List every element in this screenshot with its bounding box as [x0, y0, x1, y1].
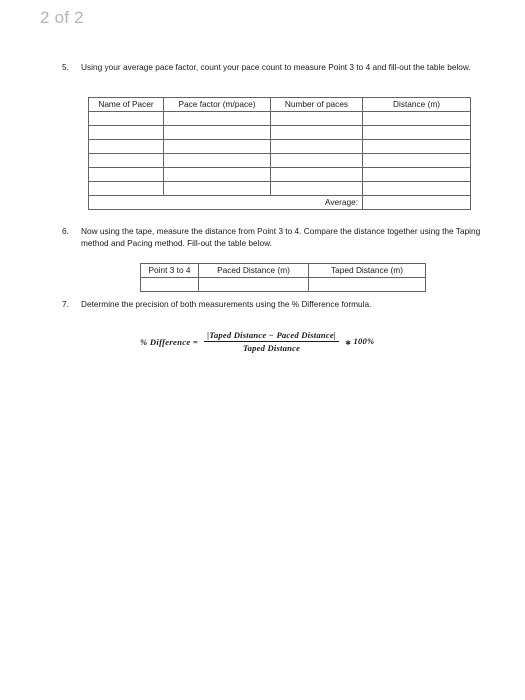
list-item-6-marker: 6.: [62, 226, 69, 236]
list-item-6: 6. Now using the tape, measure the dista…: [62, 226, 490, 249]
compare-table: Point 3 to 4 Paced Distance (m) Taped Di…: [140, 263, 426, 292]
cell-number-of-paces[interactable]: [270, 111, 363, 126]
list-item-7-marker: 7.: [62, 299, 69, 309]
column-header-distance: Distance (m): [362, 97, 471, 112]
cell-name-of-pacer[interactable]: [88, 139, 164, 154]
cell-name-of-pacer[interactable]: [88, 125, 164, 140]
cell-number-of-paces[interactable]: [270, 139, 363, 154]
cell-pace-factor[interactable]: [163, 181, 271, 196]
column-header-taped-distance: Taped Distance (m): [308, 263, 426, 278]
cell-name-of-pacer[interactable]: [88, 153, 164, 168]
cell-pace-factor[interactable]: [163, 153, 271, 168]
cell-number-of-paces[interactable]: [270, 125, 363, 140]
cell-number-of-paces[interactable]: [270, 181, 363, 196]
column-header-name-of-pacer: Name of Pacer: [88, 97, 164, 112]
cell-name-of-pacer[interactable]: [88, 167, 164, 182]
document-page: 2 of 2 5. Using your average pace factor…: [0, 0, 525, 700]
cell-number-of-paces[interactable]: [270, 153, 363, 168]
average-value-cell[interactable]: [362, 195, 471, 210]
cell-number-of-paces[interactable]: [270, 167, 363, 182]
table-average-row: Average:: [88, 195, 471, 210]
list-item-5: 5. Using your average pace factor, count…: [62, 62, 487, 74]
table-row: [88, 125, 471, 140]
list-item-7: 7. Determine the precision of both measu…: [62, 299, 462, 311]
cell-distance[interactable]: [362, 111, 471, 126]
cell-point-3-to-4[interactable]: [140, 277, 199, 292]
average-label: Average:: [88, 195, 363, 210]
table-row: [140, 277, 426, 292]
table-row: [88, 167, 471, 182]
column-header-point-3-to-4: Point 3 to 4: [140, 263, 199, 278]
cell-pace-factor[interactable]: [163, 139, 271, 154]
list-item-5-marker: 5.: [62, 62, 69, 72]
list-item-5-text: Using your average pace factor, count yo…: [81, 62, 471, 72]
cell-distance[interactable]: [362, 167, 471, 182]
list-item-7-text: Determine the precision of both measurem…: [81, 299, 372, 309]
cell-paced-distance[interactable]: [198, 277, 309, 292]
formula-denominator: Taped Distance: [242, 343, 301, 353]
column-header-number-of-paces: Number of paces: [270, 97, 363, 112]
cell-pace-factor[interactable]: [163, 111, 271, 126]
cell-name-of-pacer[interactable]: [88, 111, 164, 126]
cell-distance[interactable]: [362, 125, 471, 140]
formula-left-hand-side: % Difference =: [140, 336, 199, 347]
column-header-paced-distance: Paced Distance (m): [198, 263, 309, 278]
formula-numerator: |Taped Distance − Paced Distance|: [207, 330, 336, 340]
table-row: [88, 181, 471, 196]
table-header-row: Name of Pacer Pace factor (m/pace) Numbe…: [88, 97, 471, 112]
list-item-6-text: Now using the tape, measure the distance…: [81, 226, 481, 248]
cell-distance[interactable]: [362, 153, 471, 168]
column-header-pace-factor: Pace factor (m/pace): [163, 97, 271, 112]
formula-tail: ∗ 100%: [345, 336, 374, 347]
page-indicator: 2 of 2: [40, 8, 84, 27]
cell-taped-distance[interactable]: [308, 277, 426, 292]
table-row: [88, 139, 471, 154]
cell-name-of-pacer[interactable]: [88, 181, 164, 196]
formula-fraction: |Taped Distance − Paced Distance| Taped …: [204, 330, 339, 353]
formula-percent-value: 100%: [353, 336, 375, 347]
table-row: [88, 111, 471, 126]
cell-pace-factor[interactable]: [163, 167, 271, 182]
table-header-row: Point 3 to 4 Paced Distance (m) Taped Di…: [140, 263, 426, 278]
percent-difference-formula: % Difference = |Taped Distance − Paced D…: [140, 330, 374, 353]
pacer-table: Name of Pacer Pace factor (m/pace) Numbe…: [88, 97, 471, 210]
multiplication-icon: ∗: [345, 337, 352, 347]
cell-distance[interactable]: [362, 181, 471, 196]
cell-pace-factor[interactable]: [163, 125, 271, 140]
cell-distance[interactable]: [362, 139, 471, 154]
table-row: [88, 153, 471, 168]
